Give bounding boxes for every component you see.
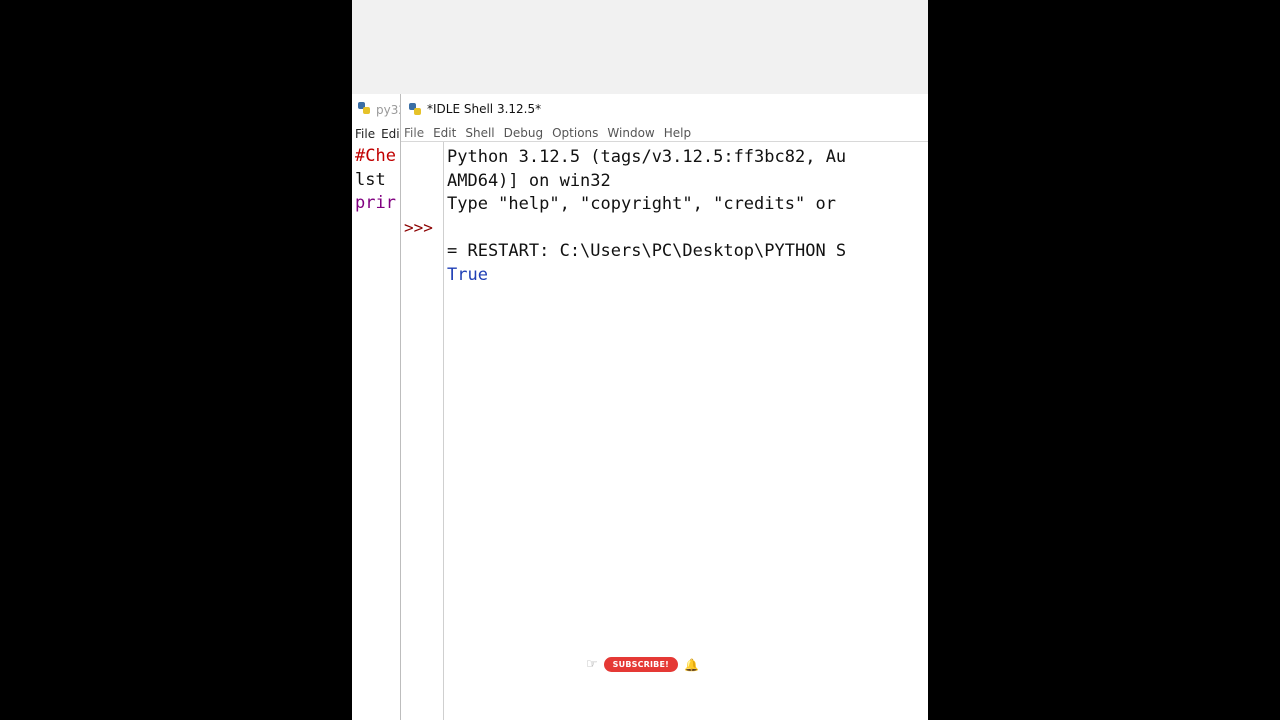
output-line: AMD64)] on win32 — [447, 170, 611, 191]
code-line: prir — [355, 193, 396, 213]
shell-output[interactable]: Python 3.12.5 (tags/v3.12.5:ff3bc82, Au A… — [447, 146, 928, 287]
window-title: *IDLE Shell 3.12.5* — [427, 102, 542, 116]
subscribe-button[interactable]: SUBSCRIBE! — [603, 657, 678, 672]
menu-edit[interactable]: Edit — [433, 126, 456, 140]
shell-titlebar[interactable]: *IDLE Shell 3.12.5* — [401, 94, 928, 124]
output-line: = RESTART: C:\Users\PC\Desktop\PYTHON S — [447, 241, 847, 261]
shell-prompt: >>> — [404, 218, 433, 237]
menu-file[interactable]: File — [404, 126, 424, 140]
code-line: lst — [355, 169, 386, 190]
video-frame: py32 File Edit #Che lst prir *IDLE Shell 3.… — [352, 0, 928, 720]
subscribe-overlay[interactable]: ☞ SUBSCRIBE! 🔔 — [586, 657, 699, 672]
menu-shell[interactable]: Shell — [465, 126, 494, 140]
editor-window[interactable]: py32 File Edit #Che lst prir — [352, 96, 406, 720]
menu-help[interactable]: Help — [664, 126, 691, 140]
prompt-gutter: >>> — [401, 142, 444, 720]
menu-window[interactable]: Window — [607, 126, 654, 140]
code-line: #Che — [355, 146, 396, 166]
python-icon — [409, 103, 421, 115]
output-line: ​ — [447, 217, 928, 241]
menu-options[interactable]: Options — [552, 126, 598, 140]
editor-title: py32 — [358, 102, 406, 117]
shell-menubar: File Edit Shell Debug Options Window Hel… — [401, 124, 928, 142]
menu-debug[interactable]: Debug — [504, 126, 543, 140]
editor-menu-file[interactable]: File — [355, 127, 375, 141]
python-icon — [358, 102, 370, 114]
editor-code[interactable]: #Che lst prir — [355, 145, 396, 216]
bell-icon[interactable]: 🔔 — [684, 658, 699, 672]
idle-shell-window[interactable]: *IDLE Shell 3.12.5* File Edit Shell Debu… — [400, 94, 928, 720]
output-line: Python 3.12.5 (tags/v3.12.5:ff3bc82, Au — [447, 147, 847, 167]
pointer-hand-icon: ☞ — [586, 657, 598, 672]
shell-body[interactable]: >>> Python 3.12.5 (tags/v3.12.5:ff3bc82,… — [401, 141, 928, 720]
result-line: True — [447, 264, 488, 285]
output-line: Type "help", "copyright", "credits" or — [447, 194, 836, 214]
blank-area — [352, 0, 928, 94]
